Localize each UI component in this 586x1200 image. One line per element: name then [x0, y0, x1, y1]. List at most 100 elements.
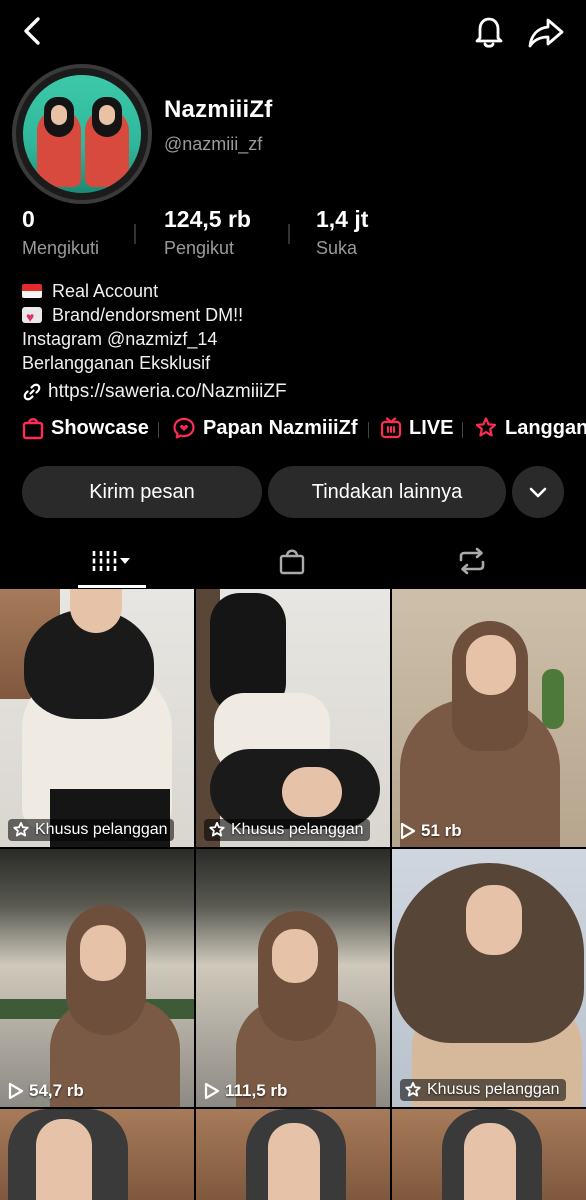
indonesia-flag-icon: [22, 284, 42, 298]
thumb-face: [282, 767, 342, 817]
top-bar: [0, 0, 586, 64]
share-arrow-icon[interactable]: [526, 12, 566, 52]
view-count: 111,5 rb: [204, 1081, 287, 1101]
thumb-face: [80, 925, 126, 981]
stat-divider: [134, 224, 136, 244]
stat-following[interactable]: 0 Mengikuti: [22, 206, 99, 259]
stat-likes[interactable]: 1,4 jt Suka: [316, 206, 368, 259]
tab-videos[interactable]: [78, 536, 146, 588]
view-count-text: 111,5 rb: [225, 1081, 288, 1100]
bell-icon[interactable]: [470, 12, 508, 50]
thumb-face: [464, 1123, 516, 1200]
video-thumbnail[interactable]: 51 rb: [392, 589, 586, 847]
stat-following-label: Mengikuti: [22, 238, 100, 258]
tool-live[interactable]: LIVE: [380, 414, 453, 442]
subscribe-star-icon: [209, 821, 225, 837]
avatar-face-right: [99, 105, 115, 125]
thumb-face: [466, 885, 522, 955]
stat-followers-label: Pengikut: [164, 238, 235, 258]
profile-bio: Real Account Brand/endorsment DM!! Insta…: [22, 279, 287, 404]
bio-link-text[interactable]: https://saweria.co/NazmiiiZF: [48, 380, 287, 404]
subscribe-star-icon: [475, 417, 497, 437]
play-icon: [204, 1082, 220, 1100]
more-actions-button[interactable]: Tindakan lainnya: [268, 466, 506, 518]
subscriber-only-badge: Khusus pelanggan: [204, 819, 370, 841]
tool-divider: [158, 422, 159, 438]
thumb-face: [268, 1123, 320, 1200]
tool-subscribe[interactable]: Langgan: [474, 414, 586, 442]
thumb-face: [272, 929, 318, 983]
link-icon: [23, 383, 41, 401]
tool-subscribe-label: Langgan: [505, 416, 586, 439]
badge-text: Khusus pelanggan: [427, 1081, 560, 1098]
video-thumbnail[interactable]: [392, 1109, 586, 1200]
badge-text: Khusus pelanggan: [35, 821, 168, 838]
video-grid: Khusus pelanggan Khusus pelanggan 51 rb: [0, 589, 586, 1200]
badge-text: Khusus pelanggan: [231, 821, 364, 838]
bio-line: Instagram @nazmizf_14: [22, 327, 287, 351]
video-thumbnail[interactable]: Khusus pelanggan: [0, 589, 194, 847]
avatar[interactable]: [12, 64, 152, 204]
play-icon: [8, 1082, 24, 1100]
video-thumbnail[interactable]: 111,5 rb: [196, 849, 390, 1107]
avatar-image: [23, 75, 141, 193]
play-icon: [400, 822, 416, 840]
tool-live-label: LIVE: [409, 416, 454, 439]
subscriber-only-badge: Khusus pelanggan: [400, 1079, 566, 1101]
stat-following-value: 0: [22, 206, 35, 232]
view-count-text: 51 rb: [421, 821, 462, 840]
stat-followers[interactable]: 124,5 rb Pengikut: [164, 206, 251, 259]
video-thumbnail[interactable]: Khusus pelanggan: [392, 849, 586, 1107]
subscribe-star-icon: [405, 1081, 421, 1097]
bio-line: Berlangganan Eksklusif: [22, 351, 287, 375]
thumb-face: [36, 1119, 92, 1200]
send-message-button[interactable]: Kirim pesan: [22, 466, 262, 518]
tool-board[interactable]: Papan NazmiiiZf: [172, 414, 357, 442]
subscriber-only-badge: Khusus pelanggan: [8, 819, 174, 841]
shopping-bag-icon: [22, 418, 44, 440]
profile-name: NazmiiiZf: [164, 96, 273, 123]
video-thumbnail[interactable]: [196, 1109, 390, 1200]
subscribe-star-icon: [13, 821, 29, 837]
content-tabs: [0, 536, 586, 588]
tool-divider: [462, 422, 463, 438]
view-count-text: 54,7 rb: [29, 1081, 84, 1100]
profile-tools: Showcase Papan NazmiiiZf LIVE Langgan: [22, 414, 586, 442]
tab-reposts[interactable]: [442, 536, 502, 586]
bio-link[interactable]: https://saweria.co/NazmiiiZF: [22, 380, 287, 404]
bio-line: Brand/endorsment DM!!: [22, 303, 287, 329]
profile-handle: @nazmiii_zf: [164, 134, 263, 154]
avatar-face-left: [51, 105, 67, 125]
repost-icon: [459, 547, 485, 575]
thumb-plant: [542, 669, 564, 729]
chevron-down-icon: [529, 487, 547, 498]
love-letter-icon: [22, 305, 42, 329]
bio-text: Instagram @nazmizf_14: [22, 329, 218, 349]
video-thumbnail[interactable]: Khusus pelanggan: [196, 589, 390, 847]
tool-divider: [368, 422, 369, 438]
chat-heart-icon: [173, 417, 195, 439]
tab-shop[interactable]: [262, 536, 322, 586]
thumb-face: [466, 635, 516, 695]
video-thumbnail[interactable]: 54,7 rb: [0, 849, 194, 1107]
stat-likes-label: Suka: [316, 238, 358, 258]
stat-divider: [288, 224, 290, 244]
live-tv-icon: [380, 417, 402, 439]
shop-bag-icon: [279, 549, 305, 575]
video-thumbnail[interactable]: [0, 1109, 194, 1200]
tool-board-label: Papan NazmiiiZf: [203, 416, 358, 439]
tool-showcase-label: Showcase: [51, 416, 149, 439]
bio-text: Brand/endorsment DM!!: [52, 305, 244, 325]
bio-text: Berlangganan Eksklusif: [22, 353, 211, 373]
profile-stats: 0 Mengikuti 124,5 rb Pengikut 1,4 jt Suk…: [22, 206, 582, 266]
videos-grid-icon: [92, 550, 130, 571]
stat-followers-value: 124,5 rb: [164, 206, 251, 232]
tool-showcase[interactable]: Showcase: [22, 414, 149, 442]
stat-likes-value: 1,4 jt: [316, 206, 369, 232]
expand-suggestions-button[interactable]: [512, 466, 564, 518]
back-chevron-icon[interactable]: [16, 14, 50, 48]
bio-line: Real Account: [22, 279, 287, 303]
view-count: 54,7 rb: [8, 1081, 84, 1101]
bio-text: Real Account: [52, 281, 159, 301]
view-count: 51 rb: [400, 821, 462, 841]
